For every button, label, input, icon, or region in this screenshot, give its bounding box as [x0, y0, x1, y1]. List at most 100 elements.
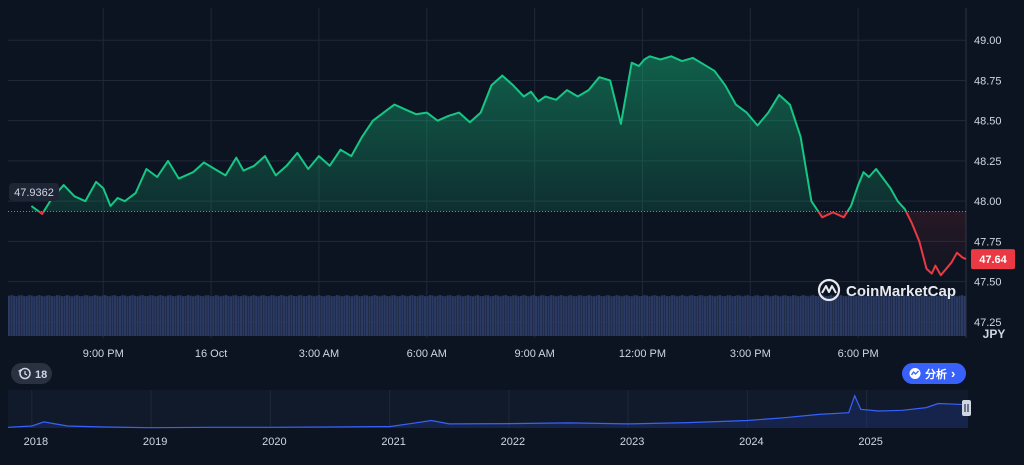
volume-bar	[386, 296, 389, 336]
volume-bar	[749, 295, 752, 336]
volume-bar	[174, 296, 177, 336]
volume-bar	[708, 295, 712, 336]
volume-bar	[184, 295, 187, 336]
volume-bar	[497, 295, 500, 336]
volume-bar	[877, 295, 880, 336]
overview-year-label: 2023	[620, 436, 644, 448]
volume-bar	[126, 296, 129, 336]
volume-bar	[83, 295, 86, 336]
volume-bar	[391, 295, 394, 336]
volume-bar	[781, 295, 785, 336]
volume-bar	[20, 295, 23, 336]
y-tick-label: 49.00	[974, 35, 1002, 47]
volume-bar	[721, 295, 724, 336]
volume-bar	[421, 295, 424, 336]
volume-bar	[78, 295, 81, 336]
volume-bar	[726, 295, 729, 336]
volume-bar	[277, 295, 280, 336]
volume-bar	[492, 295, 495, 336]
volume-bar	[129, 295, 132, 336]
volume-bar	[192, 296, 195, 336]
volume-bar	[134, 295, 137, 336]
volume-bar	[308, 295, 311, 336]
volume-bar	[381, 295, 384, 336]
volume-bar	[416, 296, 419, 336]
volume-bar	[212, 296, 215, 336]
volume-bar	[764, 295, 767, 336]
volume-bar	[948, 295, 951, 336]
volume-bar	[121, 295, 124, 336]
open-price-label: 47.9362	[14, 187, 54, 199]
volume-bar	[166, 295, 169, 336]
volume-bar	[96, 295, 99, 336]
volume-bar	[302, 296, 306, 336]
overview-year-label: 2025	[858, 436, 882, 448]
volume-bar	[161, 295, 164, 336]
volume-bar	[892, 295, 896, 336]
volume-bar	[766, 295, 770, 336]
volume-bar	[507, 295, 510, 336]
volume-bar	[945, 296, 949, 336]
overview-year-label: 2020	[262, 436, 286, 448]
analysis-button[interactable]: 分析 ›	[902, 363, 966, 384]
volume-bar	[194, 295, 197, 336]
volume-bar	[318, 295, 321, 336]
overview-handle-grip[interactable]	[962, 400, 971, 416]
volume-bar	[908, 296, 911, 336]
volume-bar	[365, 295, 369, 336]
volume-bar	[393, 295, 396, 336]
volume-bar	[33, 296, 36, 336]
analysis-label: 分析	[925, 367, 947, 381]
volume-bar	[15, 296, 18, 336]
volume-bar	[744, 295, 747, 336]
x-tick-label: 9:00 AM	[514, 348, 554, 360]
volume-bar	[706, 295, 709, 336]
volume-bar	[186, 295, 190, 336]
volume-bar	[590, 295, 593, 336]
volume-bar	[839, 295, 843, 336]
volume-bar	[819, 295, 822, 336]
volume-bar	[146, 296, 149, 336]
volume-bar	[575, 296, 578, 336]
volume-bar	[895, 295, 898, 336]
volume-bar	[739, 295, 742, 336]
volume-bar	[149, 295, 152, 336]
volume-bar	[50, 296, 54, 336]
volume-bar	[338, 295, 341, 336]
volume-bar	[466, 295, 470, 336]
volume-bar	[623, 295, 626, 336]
volume-bar	[343, 295, 346, 336]
overview-year-label: 2018	[24, 436, 48, 448]
x-tick-label: 16 Oct	[195, 348, 227, 360]
overview-handle[interactable]	[962, 400, 971, 416]
volume-bar	[524, 295, 527, 336]
volume-bar	[537, 296, 540, 336]
volume-bar	[441, 295, 444, 336]
volume-bar	[252, 295, 255, 336]
volume-bar	[653, 295, 656, 336]
volume-bar	[608, 295, 611, 336]
volume-bar	[408, 295, 412, 336]
volume-bar	[413, 295, 417, 336]
volume-bar	[527, 296, 530, 336]
volume-bar	[769, 296, 772, 336]
volume-bar	[585, 295, 588, 336]
overview-navigator[interactable]: 2018 2019 2020 2021 2022 2023 2024 2025	[7, 390, 971, 448]
volume-bar	[756, 295, 759, 336]
volume-bar	[509, 296, 512, 336]
volume-bar	[860, 295, 863, 336]
volume-bar	[643, 295, 646, 336]
volume-bar	[673, 295, 676, 336]
history-button[interactable]: 18	[11, 363, 52, 384]
volume-bar	[418, 295, 422, 336]
volume-bar	[600, 295, 603, 336]
current-price-badge: 47.64	[971, 249, 1015, 270]
volume-bar	[335, 295, 338, 336]
chevron-right-icon: ›	[951, 366, 955, 381]
volume-bar	[250, 295, 253, 336]
volume-bar	[668, 296, 671, 336]
volume-bar	[164, 296, 167, 336]
volume-bar	[734, 295, 737, 336]
volume-bar	[113, 295, 117, 336]
volume-bar	[950, 295, 954, 336]
